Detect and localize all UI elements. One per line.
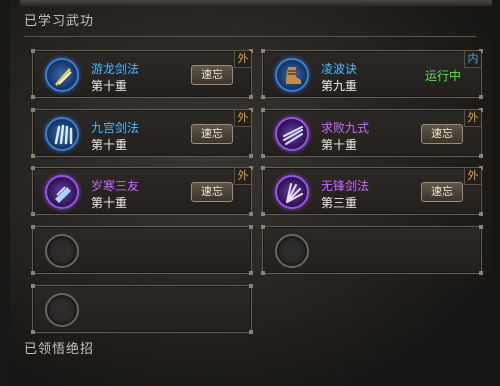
sword-icon <box>45 58 79 92</box>
external-tag: 外 <box>234 168 251 185</box>
skill-card-youlong[interactable]: 游龙剑法 第十重 速忘 外 <box>31 49 253 99</box>
external-tag: 外 <box>234 51 251 68</box>
skill-level: 第九重 <box>321 79 358 93</box>
skill-level: 第十重 <box>91 138 128 152</box>
empty-skill-slot[interactable] <box>261 225 483 275</box>
internal-tag: 内 <box>464 51 481 68</box>
forget-button[interactable]: 速忘 <box>191 182 233 202</box>
skill-name: 无锋剑法 <box>321 179 370 193</box>
forget-button[interactable]: 速忘 <box>191 65 233 85</box>
skill-level: 第十重 <box>91 196 128 210</box>
external-tag: 外 <box>234 110 251 127</box>
skill-card-suihan[interactable]: 岁寒三友 第十重 速忘 外 <box>31 166 253 216</box>
skill-name: 游龙剑法 <box>91 62 140 76</box>
skill-name: 岁寒三友 <box>91 179 140 193</box>
blade-icon <box>45 175 79 209</box>
skill-card-lingbo[interactable]: 凌波诀 第九重 运行中 内 <box>261 49 483 99</box>
skill-card-wufeng[interactable]: 无锋剑法 第三重 速忘 外 <box>261 166 483 216</box>
comprehended-moves-title: 已领悟绝招 <box>24 342 95 357</box>
forget-button[interactable]: 速忘 <box>421 182 463 202</box>
learned-skills-title: 已学习武功 <box>24 14 95 29</box>
slash-icon <box>275 117 309 151</box>
empty-slot-icon <box>45 293 79 327</box>
skill-name: 九宫剑法 <box>91 121 140 135</box>
running-status: 运行中 <box>424 69 461 83</box>
sword-fan-icon <box>275 175 309 209</box>
empty-skill-slot[interactable] <box>31 284 253 334</box>
skill-level: 第三重 <box>321 196 358 210</box>
skill-card-qiubai[interactable]: 求败九式 第十重 速忘 外 <box>261 108 483 158</box>
external-tag: 外 <box>464 110 481 127</box>
boot-icon <box>275 58 309 92</box>
empty-slot-icon <box>45 234 79 268</box>
skill-name: 凌波诀 <box>321 62 358 76</box>
forget-button[interactable]: 速忘 <box>421 124 463 144</box>
empty-skill-slot[interactable] <box>31 225 253 275</box>
claw-icon <box>45 117 79 151</box>
skill-name: 求败九式 <box>321 121 370 135</box>
skill-level: 第十重 <box>91 79 128 93</box>
external-tag: 外 <box>464 168 481 185</box>
section-divider <box>24 36 476 37</box>
skill-card-jiugong[interactable]: 九宫剑法 第十重 速忘 外 <box>31 108 253 158</box>
skill-level: 第十重 <box>321 138 358 152</box>
empty-slot-icon <box>275 234 309 268</box>
forget-button[interactable]: 速忘 <box>191 124 233 144</box>
